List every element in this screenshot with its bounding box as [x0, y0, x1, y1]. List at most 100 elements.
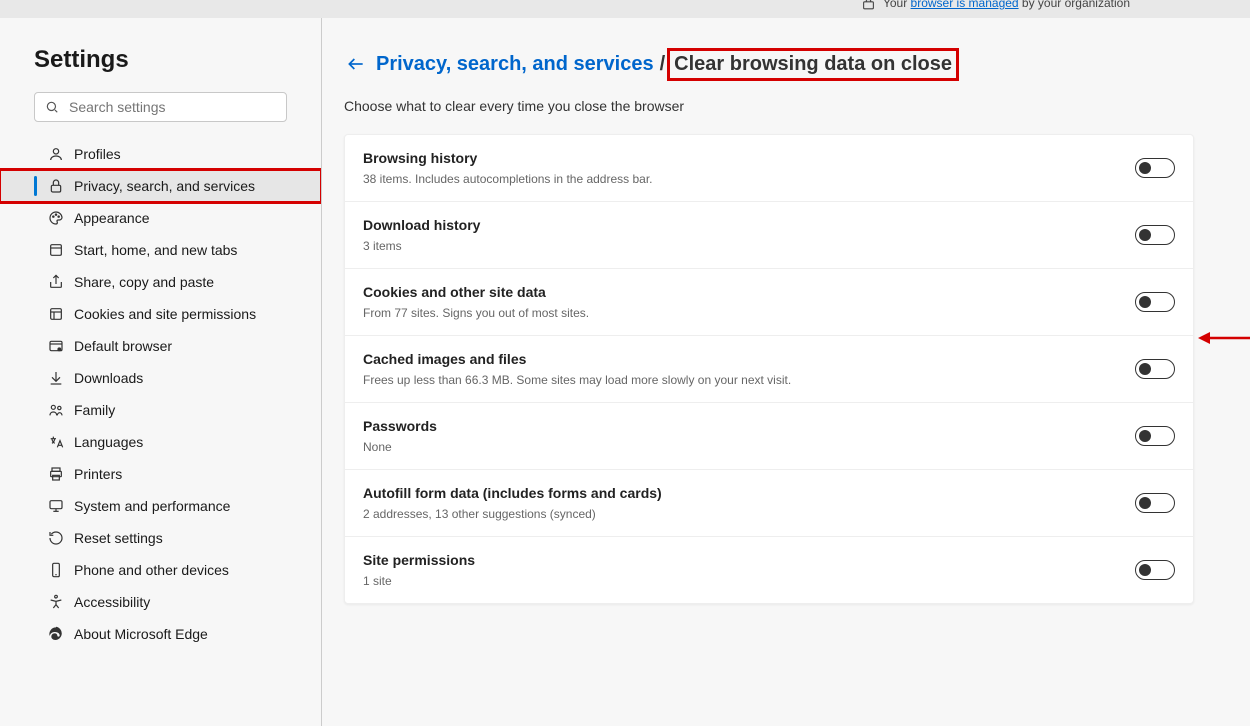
back-button[interactable]: [344, 52, 368, 76]
sidebar-item-label: Appearance: [74, 210, 150, 226]
toggle-knob: [1139, 363, 1151, 375]
sidebar-item-printers[interactable]: Printers: [0, 458, 321, 490]
toggle-knob: [1139, 162, 1151, 174]
sidebar-item-share-copy-and-paste[interactable]: Share, copy and paste: [0, 266, 321, 298]
clear-option-row: Browsing history 38 items. Includes autoc…: [345, 135, 1193, 202]
option-title: Passwords: [363, 418, 1135, 434]
option-toggle[interactable]: [1135, 493, 1175, 513]
sidebar-item-label: Printers: [74, 466, 122, 482]
clear-option-row: Site permissions 1 site: [345, 537, 1193, 603]
sidebar-item-label: System and performance: [74, 498, 230, 514]
sidebar-nav: Profiles Privacy, search, and services App…: [0, 134, 321, 654]
browser-icon: [48, 338, 64, 354]
option-toggle[interactable]: [1135, 359, 1175, 379]
breadcrumb-parent[interactable]: Privacy, search, and services: [376, 53, 654, 76]
sidebar-item-label: About Microsoft Edge: [74, 626, 208, 642]
sidebar-item-downloads[interactable]: Downloads: [0, 362, 321, 394]
sidebar-item-family[interactable]: Family: [0, 394, 321, 426]
sidebar-item-label: Family: [74, 402, 115, 418]
banner-managed-link[interactable]: browser is managed: [911, 0, 1019, 10]
sidebar-item-accessibility[interactable]: Accessibility: [0, 586, 321, 618]
section-description: Choose what to clear every time you clos…: [344, 98, 1194, 114]
briefcase-icon: [862, 0, 875, 14]
sidebar-item-label: Accessibility: [74, 594, 150, 610]
option-desc: None: [363, 440, 1135, 454]
option-desc: 38 items. Includes autocompletions in th…: [363, 172, 1135, 186]
reset-icon: [48, 530, 64, 546]
family-icon: [48, 402, 64, 418]
clear-option-row: Passwords None: [345, 403, 1193, 470]
option-desc: 3 items: [363, 239, 1135, 253]
sidebar-item-label: Default browser: [74, 338, 172, 354]
toggle-knob: [1139, 497, 1151, 509]
printer-icon: [48, 466, 64, 482]
sidebar-item-profiles[interactable]: Profiles: [0, 138, 321, 170]
annotation-arrow: [1198, 331, 1250, 345]
sidebar-item-system-and-performance[interactable]: System and performance: [0, 490, 321, 522]
sidebar-item-privacy-search-and-services[interactable]: Privacy, search, and services: [0, 170, 321, 202]
lock-icon: [48, 178, 64, 194]
option-toggle[interactable]: [1135, 158, 1175, 178]
sidebar-item-languages[interactable]: Languages: [0, 426, 321, 458]
toggle-knob: [1139, 430, 1151, 442]
accessibility-icon: [48, 594, 64, 610]
option-toggle[interactable]: [1135, 292, 1175, 312]
option-toggle[interactable]: [1135, 426, 1175, 446]
banner-suffix: by your organization: [1019, 0, 1130, 10]
option-desc: 1 site: [363, 574, 1135, 588]
toggle-knob: [1139, 229, 1151, 241]
option-title: Cached images and files: [363, 351, 1135, 367]
clear-option-row: Download history 3 items: [345, 202, 1193, 269]
home-icon: [48, 242, 64, 258]
sidebar-item-label: Cookies and site permissions: [74, 306, 256, 322]
option-title: Site permissions: [363, 552, 1135, 568]
option-desc: 2 addresses, 13 other suggestions (synce…: [363, 507, 1135, 521]
phone-icon: [48, 562, 64, 578]
sidebar-item-start-home-and-new-tabs[interactable]: Start, home, and new tabs: [0, 234, 321, 266]
top-banner: Your browser is managed by your organiza…: [0, 0, 1250, 18]
option-desc: Frees up less than 66.3 MB. Some sites m…: [363, 373, 1135, 387]
sidebar: Settings Profiles Privacy, search, and se…: [0, 18, 322, 726]
clear-options-list: Browsing history 38 items. Includes autoc…: [344, 134, 1194, 604]
search-input-wrap[interactable]: [34, 92, 287, 122]
sidebar-item-reset-settings[interactable]: Reset settings: [0, 522, 321, 554]
search-input[interactable]: [69, 99, 276, 115]
breadcrumb: Privacy, search, and services / Clear br…: [344, 52, 1194, 76]
option-title: Autofill form data (includes forms and c…: [363, 485, 1135, 501]
toggle-knob: [1139, 564, 1151, 576]
sidebar-item-appearance[interactable]: Appearance: [0, 202, 321, 234]
sidebar-item-default-browser[interactable]: Default browser: [0, 330, 321, 362]
clear-option-row: Cached images and files Frees up less tha…: [345, 336, 1193, 403]
palette-icon: [48, 210, 64, 226]
share-icon: [48, 274, 64, 290]
option-title: Browsing history: [363, 150, 1135, 166]
option-toggle[interactable]: [1135, 560, 1175, 580]
arrow-left-icon: [346, 54, 366, 74]
sidebar-item-label: Reset settings: [74, 530, 163, 546]
cookie-icon: [48, 306, 64, 322]
option-title: Download history: [363, 217, 1135, 233]
page-title: Settings: [0, 46, 321, 92]
sidebar-item-label: Start, home, and new tabs: [74, 242, 237, 258]
sidebar-item-about-microsoft-edge[interactable]: About Microsoft Edge: [0, 618, 321, 650]
option-desc: From 77 sites. Signs you out of most sit…: [363, 306, 1135, 320]
breadcrumb-current: Clear browsing data on close: [667, 48, 959, 81]
sidebar-item-label: Downloads: [74, 370, 143, 386]
clear-option-row: Autofill form data (includes forms and c…: [345, 470, 1193, 537]
toggle-knob: [1139, 296, 1151, 308]
clear-option-row: Cookies and other site dataFrom 77 sites…: [345, 269, 1193, 336]
banner-prefix: Your: [883, 0, 911, 10]
breadcrumb-separator: /: [660, 53, 666, 76]
download-icon: [48, 370, 64, 386]
sidebar-item-label: Languages: [74, 434, 143, 450]
sidebar-item-label: Phone and other devices: [74, 562, 229, 578]
edge-icon: [48, 626, 64, 642]
option-toggle[interactable]: [1135, 225, 1175, 245]
search-icon: [45, 100, 59, 114]
sidebar-item-phone-and-other-devices[interactable]: Phone and other devices: [0, 554, 321, 586]
profile-icon: [48, 146, 64, 162]
main-content: Privacy, search, and services / Clear br…: [322, 18, 1250, 726]
system-icon: [48, 498, 64, 514]
sidebar-item-label: Profiles: [74, 146, 121, 162]
sidebar-item-cookies-and-site-permissions[interactable]: Cookies and site permissions: [0, 298, 321, 330]
